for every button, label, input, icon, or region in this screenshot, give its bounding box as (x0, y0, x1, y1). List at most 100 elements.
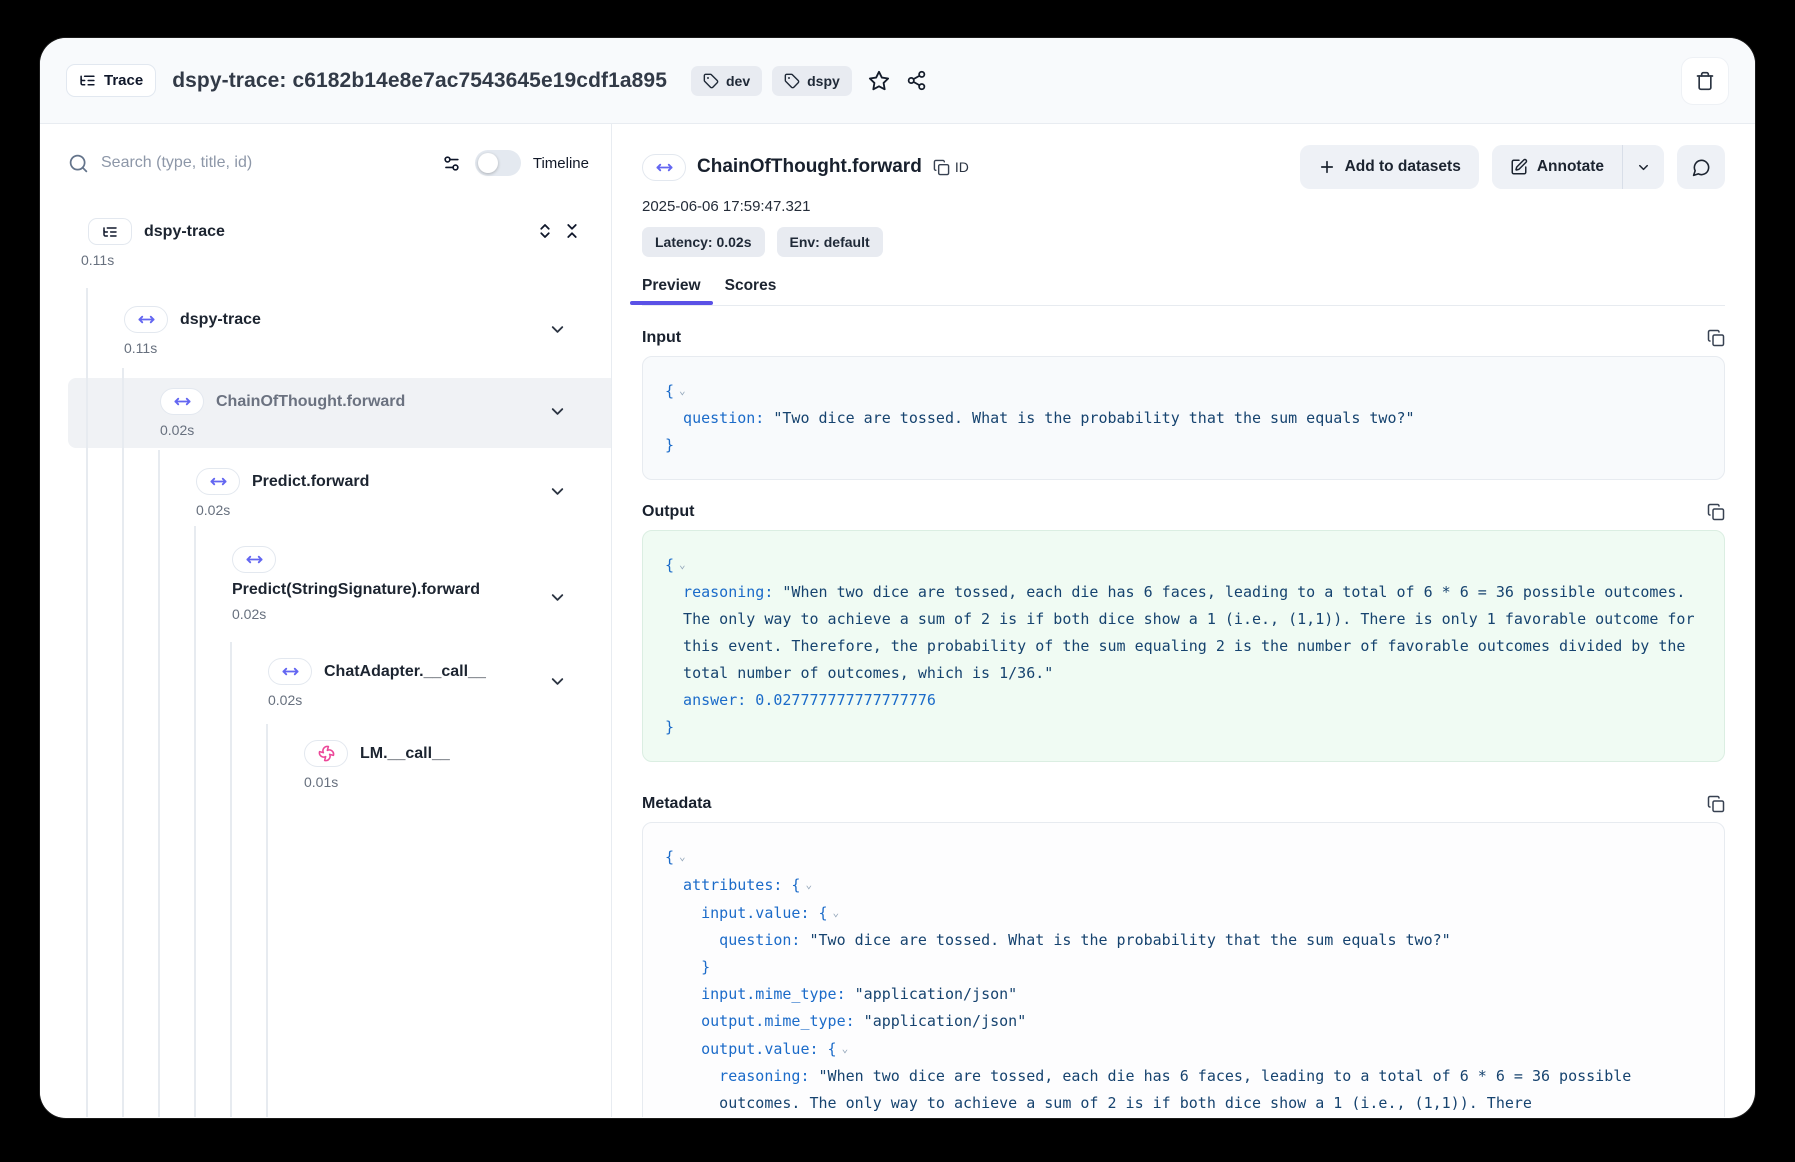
tree-row-predict-stringsignature-forward[interactable]: Predict(StringSignature).forward 0.02s (40, 546, 611, 622)
json-token: "application/json" (855, 1012, 1027, 1030)
chevron-down-icon[interactable] (548, 402, 567, 421)
json-token: } (701, 958, 710, 976)
observation-title: ChainOfThought.forward (697, 156, 922, 178)
share-icon (906, 70, 927, 91)
share-button[interactable] (906, 70, 927, 91)
copy-id-button[interactable] (933, 159, 950, 176)
json-token: input.mime_type: (701, 985, 846, 1003)
tab-preview[interactable]: Preview (630, 266, 713, 305)
tree-row-chainofthought-forward[interactable]: ChainOfThought.forward 0.02s (40, 388, 611, 438)
json-line: output.mime_type: "application/json" (665, 1008, 1702, 1035)
chevron-down-icon[interactable] (548, 320, 567, 339)
collapse-json-icon[interactable]: ⌄ (833, 906, 840, 919)
move-horizontal-icon (196, 468, 240, 495)
search-icon (68, 153, 89, 174)
chevron-down-icon[interactable] (548, 482, 567, 501)
tree-guide-line (86, 288, 88, 1117)
json-token: 0.027777777777777776 (746, 691, 936, 709)
json-token: "Two dice are tossed. What is the probab… (764, 409, 1414, 427)
tree-row-dspy-trace-span[interactable]: dspy-trace 0.11s (40, 306, 611, 356)
annotate-button-group: Annotate (1492, 145, 1664, 189)
json-line: input.value: {⌄ (665, 899, 1702, 927)
input-json: { ⌄ question: "Two dice are tossed. What i… (642, 356, 1725, 480)
window-header: Trace dspy-trace: c6182b14e8e7ac7543645e… (40, 38, 1755, 124)
json-token: "application/json" (846, 985, 1018, 1003)
plus-icon (1318, 158, 1336, 176)
collapse-json-icon[interactable]: ⌄ (805, 878, 812, 891)
json-line: } (665, 954, 1702, 981)
tree-guide-line (266, 724, 268, 1117)
timeline-toggle[interactable] (475, 150, 521, 176)
annotate-dropdown-button[interactable] (1623, 145, 1664, 189)
expand-all-icon[interactable] (536, 222, 554, 240)
json-line: input.mime_type: "application/json" (665, 981, 1702, 1008)
search-row: Timeline (40, 124, 611, 176)
trace-title: dspy-trace: c6182b14e8e7ac7543645e19cdf1… (172, 69, 667, 93)
tag-dspy[interactable]: dspy (772, 66, 852, 96)
json-line: {⌄ (665, 551, 1702, 579)
chevron-down-icon[interactable] (548, 588, 567, 607)
json-token: reasoning: (719, 1067, 809, 1085)
collapse-json-icon[interactable]: ⌄ (679, 558, 686, 571)
copy-icon (1707, 329, 1725, 347)
tag-dev[interactable]: dev (691, 66, 762, 96)
json-token: "Two dice are tossed. What is the probab… (800, 931, 1450, 949)
copy-output-button[interactable] (1707, 503, 1725, 521)
json-line: output.value: {⌄ (665, 1035, 1702, 1063)
move-horizontal-icon (124, 306, 168, 333)
filter-sliders-icon[interactable] (442, 154, 461, 173)
chevron-down-icon[interactable] (548, 672, 567, 691)
annotate-button[interactable]: Annotate (1492, 145, 1622, 189)
json-token: "When two dice are tossed, each die has … (683, 583, 1703, 682)
copy-icon (1707, 795, 1725, 813)
collapse-all-icon[interactable] (563, 222, 581, 240)
json-token: { (819, 1040, 837, 1058)
output-json: {⌄reasoning: "When two dice are tossed, … (642, 530, 1725, 762)
collapse-json-icon[interactable]: ⌄ (842, 1042, 849, 1055)
copy-icon (933, 159, 950, 176)
json-token: output.mime_type: (701, 1012, 855, 1030)
json-token: } (665, 436, 674, 454)
json-token: { (665, 382, 674, 400)
json-token: input.value: (701, 904, 809, 922)
observation-timestamp: 2025-06-06 17:59:47.321 (642, 190, 1725, 222)
collapse-json-icon[interactable]: ⌄ (679, 850, 686, 863)
json-line: answer: 0.027777777777777776 (665, 687, 1702, 714)
search-input[interactable] (101, 154, 430, 172)
tree-row-chatadapter-call[interactable]: ChatAdapter.__call__ 0.02s (40, 658, 611, 708)
collapse-json-icon[interactable]: ⌄ (679, 384, 686, 397)
add-to-datasets-button[interactable]: Add to datasets (1300, 145, 1479, 189)
delete-trace-button[interactable] (1681, 57, 1729, 105)
input-section-title: Input (642, 329, 681, 347)
copy-input-button[interactable] (1707, 329, 1725, 347)
move-horizontal-icon (642, 154, 686, 181)
detail-tabs: Preview Scores (642, 266, 1725, 306)
comments-button[interactable] (1677, 145, 1725, 189)
tree-guide-line (194, 526, 196, 1117)
json-token: } (665, 718, 674, 736)
message-bubble-icon (1692, 158, 1711, 177)
json-line: question: "Two dice are tossed. What is … (665, 405, 1702, 432)
observation-detail-panel: ChainOfThought.forward ID Add to dataset… (612, 124, 1755, 1117)
chevron-down-icon (1636, 160, 1651, 175)
tree-row-predict-forward[interactable]: Predict.forward 0.02s (40, 468, 611, 518)
list-tree-icon (79, 72, 96, 89)
tree-row-dspy-trace-root[interactable]: dspy-trace 0.11s (40, 218, 611, 268)
metadata-section-title: Metadata (642, 795, 711, 813)
tree-row-lm-call[interactable]: LM.__call__ 0.01s (40, 740, 611, 790)
move-horizontal-icon (232, 546, 276, 573)
json-token: { (782, 876, 800, 894)
trash-icon (1695, 71, 1715, 91)
star-button[interactable] (868, 70, 890, 92)
tag-list: dev dspy (691, 66, 852, 96)
copy-metadata-button[interactable] (1707, 795, 1725, 813)
json-token: question: (683, 409, 764, 427)
json-line: question: "Two dice are tossed. What is … (665, 927, 1702, 954)
json-line: attributes: {⌄ (665, 871, 1702, 899)
tab-scores[interactable]: Scores (713, 266, 789, 305)
trace-detail-window: Trace dspy-trace: c6182b14e8e7ac7543645e… (40, 38, 1755, 1118)
tree-guide-line (230, 642, 232, 1117)
metadata-json: {⌄attributes: {⌄input.value: {⌄question:… (642, 822, 1725, 1117)
tag-icon (703, 73, 719, 89)
trace-tree-sidebar: Timeline dspy-trace 0.11s (40, 124, 612, 1117)
